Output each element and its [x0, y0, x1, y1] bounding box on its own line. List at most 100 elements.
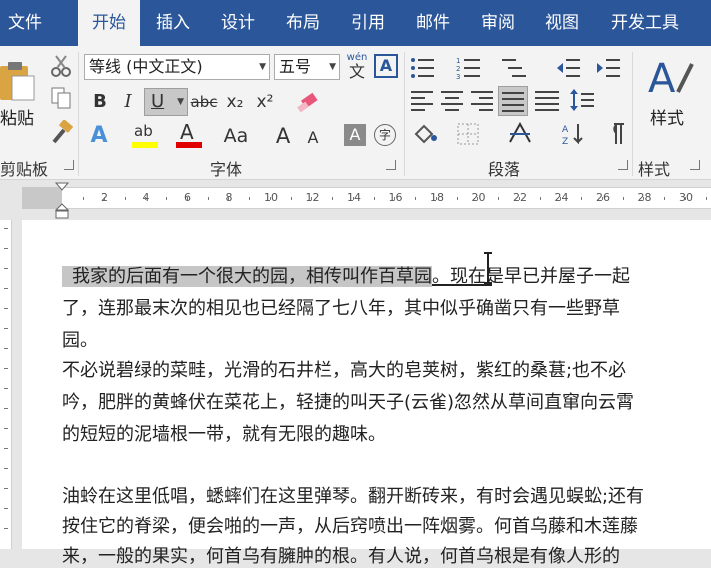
paste-label[interactable]: 粘贴	[0, 104, 34, 129]
tab-references[interactable]: 引用	[351, 0, 385, 46]
svg-text:A: A	[648, 56, 676, 102]
format-painter-icon[interactable]	[50, 119, 74, 150]
bold-button[interactable]: B	[88, 88, 112, 116]
align-left-icon[interactable]	[410, 88, 436, 112]
tab-mailings[interactable]: 邮件	[416, 0, 450, 46]
font-color-button[interactable]: A	[176, 120, 206, 152]
tab-design[interactable]: 设计	[221, 0, 255, 46]
ruler-tick	[435, 197, 437, 200]
ruler-tick	[394, 197, 396, 200]
underline-button[interactable]: U ▼	[144, 88, 188, 116]
vertical-ruler[interactable]	[0, 220, 12, 549]
character-border-button[interactable]: A	[374, 54, 398, 78]
vertical-ruler-tick	[4, 348, 8, 349]
chinese-layout-icon[interactable]	[508, 121, 534, 146]
justify-button[interactable]	[498, 86, 528, 116]
highlight-button[interactable]: ab	[132, 122, 162, 152]
decrease-indent-icon[interactable]	[556, 56, 582, 80]
tab-file[interactable]: 文件	[8, 0, 42, 46]
font-size-value: 五号	[279, 57, 312, 76]
strikethrough-button[interactable]: abc	[190, 88, 218, 116]
text-effects-button[interactable]: A	[86, 122, 112, 150]
borders-icon[interactable]	[456, 122, 482, 146]
document-line[interactable]: 按住它的脊梁，便会啪的一声，从后窍喷出一阵烟雾。何首乌藤和木莲藤	[62, 512, 638, 538]
document-line[interactable]: 了，连那最末次的相见也已经隔了七八年，其中似乎确凿只有一些野草	[62, 294, 620, 320]
ruler-tick	[249, 197, 250, 200]
copy-icon[interactable]	[50, 86, 72, 114]
styles-group-label: 样式	[638, 160, 671, 179]
superscript-button[interactable]: x²	[252, 88, 278, 116]
paste-button[interactable]	[0, 58, 36, 102]
vertical-ruler-tick	[4, 428, 8, 429]
selected-text[interactable]: 我家的后面有一个很大的园，相传叫作百草园	[62, 266, 432, 287]
increase-indent-icon[interactable]	[596, 56, 622, 80]
font-name-combo[interactable]: 等线 (中文正文) ▼	[84, 54, 270, 80]
paragraph-launcher-icon[interactable]	[618, 160, 628, 170]
ruler-number: 24	[554, 191, 569, 204]
svg-text:1: 1	[456, 57, 460, 65]
vertical-ruler-tick	[4, 328, 8, 329]
align-center-icon[interactable]	[440, 88, 466, 112]
ruler-tick	[207, 197, 209, 200]
group-divider	[632, 52, 633, 176]
ruler-tick	[186, 197, 188, 200]
document-line[interactable]: 我家的后面有一个很大的园，相传叫作百草园。现在是早已并屋子一起	[62, 262, 630, 288]
clear-formatting-icon[interactable]	[296, 92, 320, 118]
clipboard-launcher-icon[interactable]	[64, 160, 74, 170]
ruler-tick	[103, 197, 105, 200]
styles-launcher-icon[interactable]	[690, 160, 700, 170]
bullets-icon[interactable]	[410, 56, 436, 80]
svg-text:Z: Z	[562, 137, 568, 146]
grow-font-button[interactable]: A	[272, 122, 294, 150]
document-line[interactable]: 园。	[62, 326, 98, 352]
shading-icon[interactable]	[412, 122, 438, 146]
indent-marker-icon[interactable]	[54, 182, 70, 224]
sort-icon[interactable]: AZ	[562, 122, 588, 147]
tab-home[interactable]: 开始	[78, 0, 140, 47]
italic-button[interactable]: I	[116, 88, 140, 116]
tab-insert[interactable]: 插入	[156, 0, 190, 46]
ruler-tick	[124, 197, 126, 200]
vertical-ruler-tick	[4, 448, 8, 449]
tab-review[interactable]: 审阅	[481, 0, 515, 46]
tab-layout[interactable]: 布局	[286, 0, 320, 46]
change-case-button[interactable]: Aa	[218, 122, 254, 150]
ruler-number: 26	[596, 191, 610, 204]
show-marks-icon[interactable]	[602, 122, 628, 146]
phonetic-guide-button[interactable]: wén 文	[344, 52, 370, 82]
ribbon-tab-bar: 文件 开始 插入 设计 布局 引用 邮件 审阅 视图 开发工具	[0, 0, 711, 47]
ruler-number: 20	[471, 191, 486, 204]
ruler-tick	[332, 197, 333, 200]
vertical-ruler-tick	[4, 488, 8, 489]
align-right-icon[interactable]	[470, 88, 496, 112]
cut-icon[interactable]	[50, 54, 72, 82]
ruler-tick	[373, 197, 375, 200]
character-shading-button[interactable]: A	[344, 124, 366, 146]
document-line[interactable]: 的短短的泥墙根一带，就有无限的趣味。	[62, 420, 386, 446]
document-line[interactable]: 不必说碧绿的菜畦，光滑的石井栏，高大的皂荚树，紫红的桑葚;也不必	[62, 356, 626, 382]
multilevel-list-icon[interactable]	[502, 56, 528, 80]
document-line[interactable]: 油蛉在这里低唱，蟋蟀们在这里弹琴。翻开断砖来，有时会遇见蜈蚣;还有	[62, 482, 644, 508]
subscript-button[interactable]: x₂	[222, 88, 248, 116]
styles-button[interactable]: A 样式	[644, 52, 696, 142]
distributed-icon[interactable]	[534, 88, 560, 112]
font-group-label: 字体	[210, 160, 243, 179]
ruler-tick	[269, 197, 271, 200]
document-line[interactable]: 来，一般的果实，何首乌有臃肿的根。有人说，何首乌根是有像人形的	[62, 542, 620, 568]
line-spacing-icon[interactable]	[570, 88, 596, 112]
document-line[interactable]: 吟，肥胖的黄蜂伏在菜花上，轻捷的叫天子(云雀)忽然从草间直窜向云霄	[62, 388, 634, 414]
tab-developer[interactable]: 开发工具	[611, 0, 679, 46]
font-size-combo[interactable]: 五号 ▼	[274, 54, 340, 80]
font-launcher-icon[interactable]	[386, 160, 396, 170]
enclose-characters-button[interactable]: 字	[374, 124, 396, 146]
svg-text:2: 2	[456, 65, 460, 73]
paragraph-group-label: 段落	[488, 160, 521, 179]
tab-view[interactable]: 视图	[545, 0, 579, 46]
ruler-tick	[643, 197, 645, 200]
ruler-number: 10	[264, 191, 278, 204]
vertical-ruler-tick	[4, 248, 8, 249]
shrink-font-button[interactable]: A	[302, 124, 324, 152]
numbering-icon[interactable]: 123	[456, 56, 482, 81]
ruler-number: 22	[513, 191, 527, 204]
ruler-tick	[145, 197, 147, 200]
